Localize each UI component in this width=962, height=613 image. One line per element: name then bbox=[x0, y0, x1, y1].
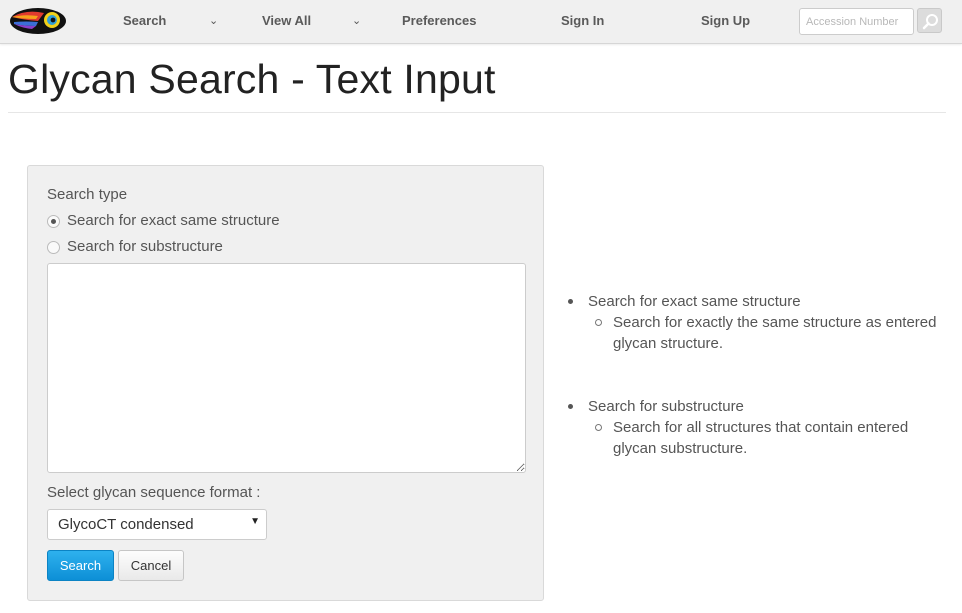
nav-search-chevron-down-icon[interactable]: ⌄ bbox=[209, 0, 218, 44]
accession-number-input[interactable] bbox=[799, 8, 914, 35]
select-value: GlycoCT condensed bbox=[58, 516, 194, 533]
radio-button-unchecked[interactable] bbox=[47, 241, 60, 254]
help-item-substructure: Search for substructure Search for all s… bbox=[568, 396, 948, 466]
help-title: Search for substructure bbox=[588, 398, 744, 415]
sub-bullet-icon bbox=[595, 319, 602, 326]
help-title: Search for exact same structure bbox=[588, 293, 801, 310]
format-label: Select glycan sequence format : bbox=[47, 484, 261, 501]
nav-sign-up[interactable]: Sign Up bbox=[701, 0, 750, 44]
nav-sign-in[interactable]: Sign In bbox=[561, 0, 604, 44]
nav-view-all-chevron-down-icon[interactable]: ⌄ bbox=[352, 0, 361, 44]
page-title: Glycan Search - Text Input bbox=[8, 56, 496, 102]
top-navbar: Search ⌄ View All ⌄ Preferences Sign In … bbox=[0, 0, 962, 44]
search-type-label: Search type bbox=[47, 186, 128, 203]
nav-preferences[interactable]: Preferences bbox=[402, 0, 476, 44]
nav-search[interactable]: Search bbox=[123, 0, 166, 44]
magnifier-icon bbox=[922, 14, 938, 30]
bullet-icon bbox=[568, 404, 573, 409]
help-detail: Search for exactly the same structure as… bbox=[613, 314, 937, 352]
accession-search-button[interactable] bbox=[917, 8, 942, 33]
radio-substructure-label: Search for substructure bbox=[67, 238, 223, 255]
toucan-logo-icon[interactable] bbox=[8, 5, 68, 37]
sequence-format-select[interactable]: GlycoCT condensed ▼ bbox=[47, 509, 267, 540]
nav-view-all[interactable]: View All bbox=[262, 0, 311, 44]
cancel-button[interactable]: Cancel bbox=[118, 550, 184, 581]
help-detail: Search for all structures that contain e… bbox=[613, 419, 909, 457]
radio-button-checked[interactable] bbox=[47, 215, 60, 228]
search-button[interactable]: Search bbox=[47, 550, 114, 581]
glycan-sequence-textarea[interactable] bbox=[47, 263, 526, 473]
radio-exact-label: Search for exact same structure bbox=[67, 212, 280, 229]
sub-bullet-icon bbox=[595, 424, 602, 431]
select-arrow-icon: ▼ bbox=[250, 516, 260, 527]
bullet-icon bbox=[568, 299, 573, 304]
help-item-exact: Search for exact same structure Search f… bbox=[568, 291, 948, 361]
title-divider bbox=[8, 112, 946, 113]
